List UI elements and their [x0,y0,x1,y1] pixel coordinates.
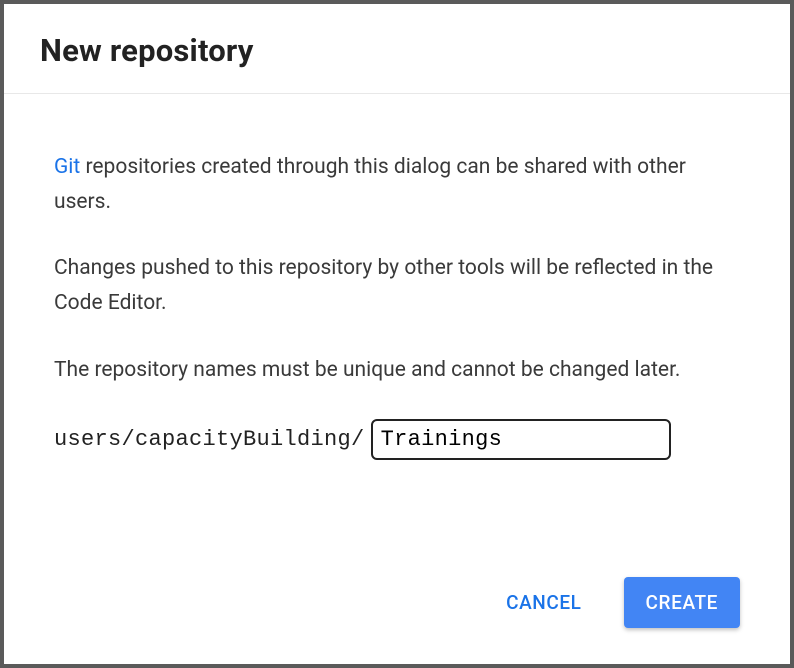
dialog-paragraph-1-text: repositories created through this dialog… [54,155,686,214]
dialog-header: New repository [4,4,790,94]
repository-name-input[interactable] [371,419,671,460]
dialog-paragraph-1: Git repositories created through this di… [54,150,740,219]
dialog-footer: CANCEL CREATE [4,577,790,664]
git-link[interactable]: Git [54,155,80,179]
dialog-paragraph-2: Changes pushed to this repository by oth… [54,251,740,320]
dialog-paragraph-3: The repository names must be unique and … [54,353,740,388]
repository-path-prefix: users/capacityBuilding/ [54,422,365,458]
dialog-title: New repository [40,32,754,69]
create-button[interactable]: CREATE [624,577,740,628]
repository-path-row: users/capacityBuilding/ [54,419,740,460]
dialog-body: Git repositories created through this di… [4,94,790,577]
new-repository-dialog: New repository Git repositories created … [0,0,794,668]
cancel-button[interactable]: CANCEL [484,577,603,628]
